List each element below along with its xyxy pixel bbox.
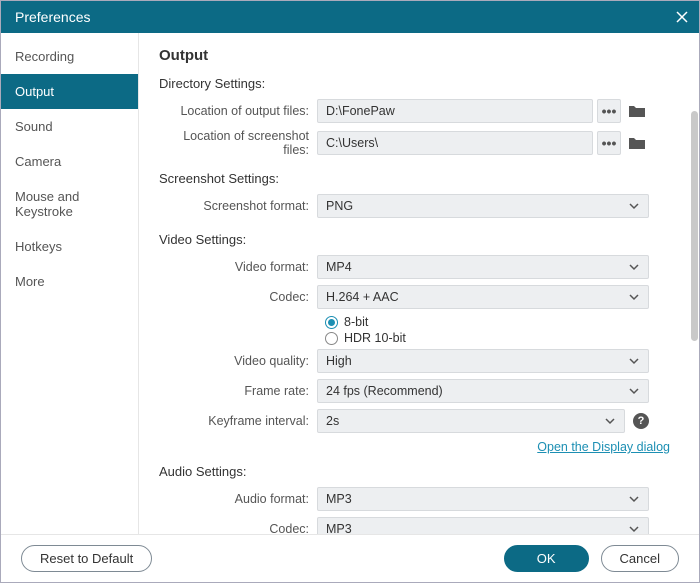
radio-8bit[interactable]: [325, 316, 338, 329]
titlebar: Preferences: [1, 1, 699, 33]
sidebar-label: Hotkeys: [15, 239, 62, 254]
row-video-format: Video format: MP4: [159, 255, 688, 279]
cancel-button[interactable]: Cancel: [601, 545, 679, 572]
row-keyframe-interval: Keyframe interval: 2s ?: [159, 409, 688, 433]
audio-format-label: Audio format:: [159, 492, 317, 506]
sidebar-label: Sound: [15, 119, 53, 134]
row-audio-format: Audio format: MP3: [159, 487, 688, 511]
screenshot-format-select[interactable]: PNG: [317, 194, 649, 218]
row-frame-rate: Frame rate: 24 fps (Recommend): [159, 379, 688, 403]
content: Output Directory Settings: Location of o…: [139, 33, 688, 534]
row-audio-codec: Codec: MP3: [159, 517, 688, 534]
section-video-title: Video Settings:: [159, 232, 688, 247]
sidebar-item-hotkeys[interactable]: Hotkeys: [1, 229, 138, 264]
audio-codec-value: MP3: [326, 522, 352, 534]
window-title: Preferences: [15, 9, 90, 25]
content-wrap: Output Directory Settings: Location of o…: [139, 33, 699, 534]
radio-8bit-label: 8-bit: [344, 315, 368, 329]
row-video-quality: Video quality: High: [159, 349, 688, 373]
sidebar-item-mouse-keystroke[interactable]: Mouse and Keystroke: [1, 179, 138, 229]
frame-rate-label: Frame rate:: [159, 384, 317, 398]
footer: Reset to Default OK Cancel: [1, 534, 699, 582]
audio-format-value: MP3: [326, 492, 352, 506]
scrollbar[interactable]: [690, 33, 699, 534]
body: Recording Output Sound Camera Mouse and …: [1, 33, 699, 534]
ok-button[interactable]: OK: [504, 545, 589, 572]
sidebar-label: Output: [15, 84, 54, 99]
row-bitdepth-hdr[interactable]: HDR 10-bit: [159, 331, 688, 345]
open-output-folder-button[interactable]: [625, 99, 649, 123]
chevron-down-icon: [628, 523, 640, 534]
output-location-label: Location of output files:: [159, 104, 317, 118]
keyframe-interval-select[interactable]: 2s: [317, 409, 625, 433]
browse-output-button[interactable]: •••: [597, 99, 621, 123]
chevron-down-icon: [628, 493, 640, 505]
screenshot-location-value: C:\Users\: [326, 136, 378, 150]
sidebar-label: More: [15, 274, 45, 289]
dots-icon: •••: [602, 135, 617, 151]
frame-rate-value: 24 fps (Recommend): [326, 384, 443, 398]
open-display-dialog-link[interactable]: Open the Display dialog: [537, 440, 670, 454]
output-location-value: D:\FonePaw: [326, 104, 395, 118]
row-screenshot-format: Screenshot format: PNG: [159, 194, 688, 218]
sidebar-item-output[interactable]: Output: [1, 74, 138, 109]
video-format-value: MP4: [326, 260, 352, 274]
chevron-down-icon: [628, 355, 640, 367]
sidebar-item-camera[interactable]: Camera: [1, 144, 138, 179]
keyframe-interval-label: Keyframe interval:: [159, 414, 317, 428]
sidebar-item-recording[interactable]: Recording: [1, 39, 138, 74]
reset-to-default-button[interactable]: Reset to Default: [21, 545, 152, 572]
page-title: Output: [159, 47, 688, 64]
video-codec-value: H.264 + AAC: [326, 290, 399, 304]
browse-screenshot-button[interactable]: •••: [597, 131, 621, 155]
row-screenshot-location: Location of screenshot files: C:\Users\ …: [159, 129, 688, 157]
section-screenshot-title: Screenshot Settings:: [159, 171, 688, 186]
help-icon[interactable]: ?: [633, 413, 649, 429]
radio-hdr10-label: HDR 10-bit: [344, 331, 406, 345]
radio-hdr10[interactable]: [325, 332, 338, 345]
output-location-field[interactable]: D:\FonePaw: [317, 99, 593, 123]
row-output-location: Location of output files: D:\FonePaw •••: [159, 99, 688, 123]
chevron-down-icon: [628, 261, 640, 273]
row-bitdepth-8[interactable]: 8-bit: [159, 315, 688, 329]
video-quality-label: Video quality:: [159, 354, 317, 368]
screenshot-location-field[interactable]: C:\Users\: [317, 131, 593, 155]
chevron-down-icon: [628, 200, 640, 212]
chevron-down-icon: [628, 291, 640, 303]
video-quality-select[interactable]: High: [317, 349, 649, 373]
screenshot-format-value: PNG: [326, 199, 353, 213]
frame-rate-select[interactable]: 24 fps (Recommend): [317, 379, 649, 403]
video-codec-select[interactable]: H.264 + AAC: [317, 285, 649, 309]
sidebar-item-sound[interactable]: Sound: [1, 109, 138, 144]
close-icon[interactable]: [675, 10, 689, 24]
section-audio-title: Audio Settings:: [159, 464, 688, 479]
sidebar-label: Recording: [15, 49, 74, 64]
screenshot-format-label: Screenshot format:: [159, 199, 317, 213]
audio-codec-label: Codec:: [159, 522, 317, 534]
video-format-select[interactable]: MP4: [317, 255, 649, 279]
audio-format-select[interactable]: MP3: [317, 487, 649, 511]
display-dialog-row: Open the Display dialog: [159, 439, 688, 454]
video-quality-value: High: [326, 354, 352, 368]
section-directory-title: Directory Settings:: [159, 76, 688, 91]
chevron-down-icon: [604, 415, 616, 427]
video-codec-label: Codec:: [159, 290, 317, 304]
open-screenshot-folder-button[interactable]: [625, 131, 649, 155]
sidebar: Recording Output Sound Camera Mouse and …: [1, 33, 139, 534]
keyframe-interval-value: 2s: [326, 414, 339, 428]
sidebar-label: Camera: [15, 154, 61, 169]
dots-icon: •••: [602, 103, 617, 119]
row-video-codec: Codec: H.264 + AAC: [159, 285, 688, 309]
sidebar-label: Mouse and Keystroke: [15, 189, 79, 219]
sidebar-item-more[interactable]: More: [1, 264, 138, 299]
screenshot-location-label: Location of screenshot files:: [159, 129, 317, 157]
video-format-label: Video format:: [159, 260, 317, 274]
chevron-down-icon: [628, 385, 640, 397]
scrollbar-thumb[interactable]: [691, 111, 698, 341]
audio-codec-select[interactable]: MP3: [317, 517, 649, 534]
